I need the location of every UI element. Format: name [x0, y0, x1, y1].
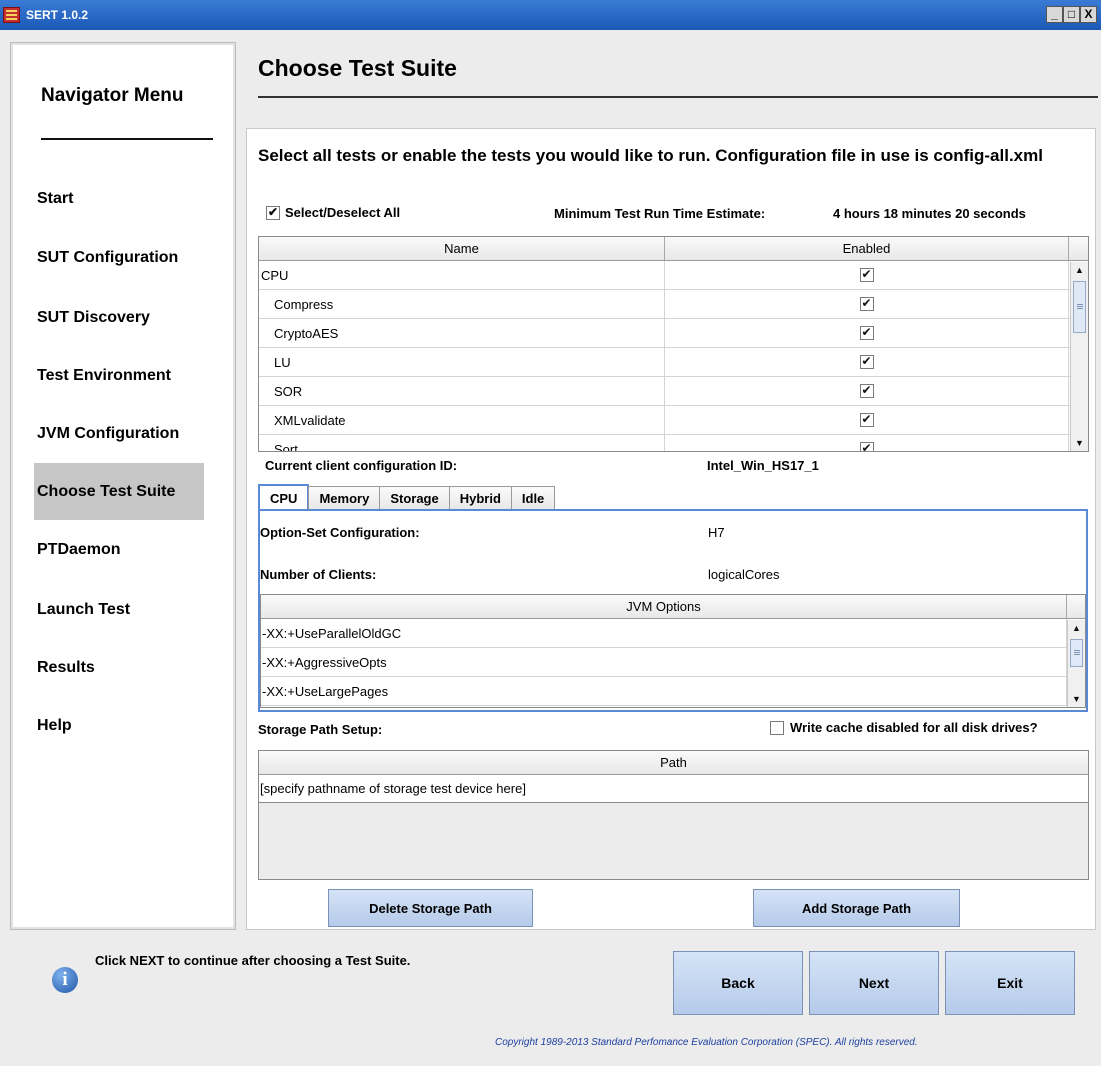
run-time-estimate-value: 4 hours 18 minutes 20 seconds	[833, 206, 1026, 221]
table-row[interactable]: XMLvalidate	[259, 406, 1088, 435]
scroll-thumb[interactable]	[1070, 639, 1083, 667]
client-config-value: Intel_Win_HS17_1	[707, 458, 819, 473]
window-title: SERT 1.0.2	[26, 8, 89, 22]
table-row[interactable]: -XX:+AggressiveOpts	[261, 648, 1085, 677]
nav-item-help[interactable]: Help	[34, 697, 204, 754]
test-name: SOR	[259, 377, 665, 405]
client-count-value: logicalCores	[708, 567, 780, 582]
enabled-checkbox[interactable]	[859, 325, 874, 340]
test-name: Sort	[259, 435, 665, 451]
jvm-option: -XX:+AggressiveOpts	[261, 648, 1067, 676]
storage-path-label: Storage Path Setup:	[258, 722, 383, 737]
next-button[interactable]: Next	[809, 951, 939, 1015]
tab-memory[interactable]: Memory	[308, 486, 381, 510]
window-controls: _ □ X	[1046, 6, 1097, 24]
tab-storage[interactable]: Storage	[379, 486, 450, 510]
minimize-button[interactable]: _	[1046, 6, 1063, 23]
nav-item-sut-discovery[interactable]: SUT Discovery	[34, 289, 204, 346]
tests-table-header: Name Enabled	[259, 237, 1088, 261]
scroll-down-icon[interactable]: ▼	[1068, 691, 1085, 707]
nav-item-choose-test-suite[interactable]: Choose Test Suite	[34, 463, 204, 520]
scroll-down-icon[interactable]: ▼	[1071, 435, 1088, 451]
write-cache-check-icon[interactable]	[770, 720, 784, 735]
add-storage-path-button[interactable]: Add Storage Path	[753, 889, 960, 927]
nav-item-start[interactable]: Start	[34, 170, 204, 227]
write-cache-label: Write cache disabled for all disk drives…	[790, 720, 1038, 735]
jvm-options-scrollbar[interactable]: ▲ ▼	[1067, 620, 1085, 707]
jvm-option: -XX:+UseLargePages	[261, 677, 1067, 705]
back-button[interactable]: Back	[673, 951, 803, 1015]
test-name: LU	[259, 348, 665, 376]
nav-item-sut-configuration[interactable]: SUT Configuration	[34, 229, 204, 286]
column-header-enabled[interactable]: Enabled	[665, 237, 1069, 260]
table-row[interactable]: Sort	[259, 435, 1088, 451]
navigator-title: Navigator Menu	[41, 85, 184, 106]
close-button[interactable]: X	[1080, 6, 1097, 23]
test-name: Compress	[259, 290, 665, 318]
copyright-notice: Copyright 1989-2013 Standard Perfomance …	[495, 1037, 918, 1048]
client-config-label: Current client configuration ID:	[265, 458, 458, 473]
title-divider	[258, 96, 1098, 98]
tab-cpu[interactable]: CPU	[258, 484, 310, 510]
table-row[interactable]: CryptoAES	[259, 319, 1088, 348]
status-hint: Click NEXT to continue after choosing a …	[95, 953, 411, 968]
page-title: Choose Test Suite	[258, 55, 457, 81]
column-header-jvm-options[interactable]: JVM Options	[261, 595, 1067, 618]
table-row[interactable]: [specify pathname of storage test device…	[259, 775, 1088, 803]
tab-idle[interactable]: Idle	[510, 486, 556, 510]
column-header-path[interactable]: Path	[259, 751, 1088, 774]
maximize-button[interactable]: □	[1063, 6, 1080, 23]
test-name: CPU	[259, 261, 665, 289]
table-row[interactable]: SOR	[259, 377, 1088, 406]
nav-item-launch-test[interactable]: Launch Test	[34, 581, 204, 638]
window-title-bar: SERT 1.0.2 _ □ X	[0, 0, 1101, 30]
tests-table-scrollbar[interactable]: ▲ ▼	[1070, 262, 1088, 451]
enabled-checkbox[interactable]	[859, 412, 874, 427]
option-set-value: H7	[708, 525, 725, 540]
tests-table: Name Enabled CPU Compress CryptoAES LU S…	[258, 236, 1089, 452]
nav-item-jvm-configuration[interactable]: JVM Configuration	[34, 405, 204, 462]
nav-item-test-environment[interactable]: Test Environment	[34, 347, 204, 404]
table-row[interactable]: Compress	[259, 290, 1088, 319]
select-all-check-icon[interactable]	[266, 205, 280, 220]
cpu-tab-panel: Option-Set Configuration: H7 Number of C…	[258, 509, 1088, 712]
enabled-checkbox[interactable]	[859, 296, 874, 311]
enabled-checkbox[interactable]	[859, 354, 874, 369]
jvm-option: -XX:+UseParallelOldGC	[261, 619, 1067, 647]
test-name: XMLvalidate	[259, 406, 665, 434]
select-all-label: Select/Deselect All	[285, 205, 401, 220]
jvm-options-header: JVM Options	[261, 595, 1085, 619]
enabled-checkbox[interactable]	[859, 383, 874, 398]
table-row[interactable]: -XX:+UseLargePages	[261, 677, 1085, 706]
enabled-checkbox[interactable]	[859, 441, 874, 451]
delete-storage-path-button[interactable]: Delete Storage Path	[328, 889, 533, 927]
scroll-up-icon[interactable]: ▲	[1068, 620, 1085, 637]
select-all-checkbox[interactable]: Select/Deselect All	[266, 205, 400, 220]
jvm-options-table: JVM Options -XX:+UseParallelOldGC -XX:+A…	[260, 594, 1086, 708]
storage-path-header: Path	[259, 751, 1088, 775]
table-row[interactable]: LU	[259, 348, 1088, 377]
enabled-checkbox[interactable]	[859, 267, 874, 282]
intro-text: Select all tests or enable the tests you…	[258, 146, 1043, 165]
navigator-divider	[41, 138, 213, 140]
table-row[interactable]: -XX:+UseParallelOldGC	[261, 619, 1085, 648]
test-name: CryptoAES	[259, 319, 665, 347]
info-icon: i	[52, 967, 78, 993]
workload-tabs: CPU Memory Storage Hybrid Idle	[258, 484, 556, 510]
run-time-estimate-label: Minimum Test Run Time Estimate:	[554, 206, 766, 221]
storage-path-cell[interactable]: [specify pathname of storage test device…	[259, 775, 1088, 802]
table-row[interactable]: CPU	[259, 261, 1088, 290]
tab-hybrid[interactable]: Hybrid	[448, 486, 512, 510]
app-icon	[3, 7, 20, 23]
storage-path-table: Path [specify pathname of storage test d…	[258, 750, 1089, 880]
scroll-thumb[interactable]	[1073, 281, 1086, 333]
option-set-label: Option-Set Configuration:	[260, 525, 420, 540]
exit-button[interactable]: Exit	[945, 951, 1075, 1015]
scroll-up-icon[interactable]: ▲	[1071, 262, 1088, 279]
nav-item-results[interactable]: Results	[34, 639, 204, 696]
client-count-label: Number of Clients:	[260, 567, 377, 582]
column-header-name[interactable]: Name	[259, 237, 665, 260]
nav-item-ptdaemon[interactable]: PTDaemon	[34, 521, 204, 578]
write-cache-checkbox[interactable]: Write cache disabled for all disk drives…	[770, 720, 1038, 735]
